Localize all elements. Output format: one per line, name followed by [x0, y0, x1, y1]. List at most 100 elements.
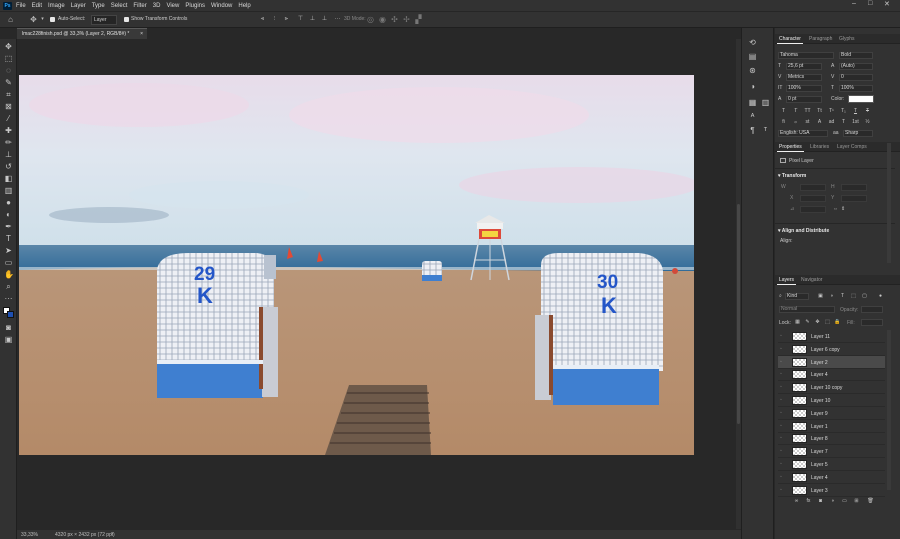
- layer-name[interactable]: Layer 8: [811, 436, 828, 442]
- background-color-swatch[interactable]: [7, 311, 14, 318]
- layer-name[interactable]: Layer 9: [811, 411, 828, 417]
- faux-italic-button[interactable]: T: [792, 108, 799, 115]
- transform-section-title[interactable]: ▾ Transform: [778, 173, 806, 179]
- type-tool-icon[interactable]: T: [4, 234, 13, 243]
- layer-visibility-icon[interactable]: ◦: [780, 333, 786, 339]
- small-caps-button[interactable]: Tt: [816, 108, 823, 115]
- superscript-button[interactable]: T¹: [828, 108, 835, 115]
- discretionary-ligatures-button[interactable]: st: [804, 119, 811, 126]
- close-tab-icon[interactable]: ×: [140, 29, 143, 39]
- layer-row[interactable]: ◦ Layer 4: [778, 368, 885, 382]
- layer-filter-kind-dropdown[interactable]: Kind: [785, 293, 809, 300]
- zoom-tool-icon[interactable]: ⌕: [4, 282, 13, 291]
- language-dropdown[interactable]: English: USA: [778, 130, 828, 137]
- layer-visibility-icon[interactable]: ◦: [780, 359, 786, 365]
- opacity-field[interactable]: [861, 306, 883, 313]
- crop-tool-icon[interactable]: ⌗: [4, 90, 13, 99]
- minimize-button[interactable]: –: [852, 0, 856, 7]
- layer-visibility-icon[interactable]: ◦: [780, 397, 786, 403]
- anti-alias-dropdown[interactable]: Sharp: [843, 130, 873, 137]
- move-tool-icon[interactable]: ✥: [4, 42, 13, 51]
- eyedropper-tool-icon[interactable]: ⁄: [4, 114, 13, 123]
- layer-row[interactable]: ◦ Layer 11: [778, 330, 885, 343]
- baseline-shift-field[interactable]: 0 pt: [786, 96, 822, 103]
- paragraph-styles-icon[interactable]: ¶: [748, 126, 757, 135]
- leading-field[interactable]: (Auto): [839, 63, 873, 70]
- filter-smart-object-icon[interactable]: ▢: [861, 293, 868, 300]
- align-bottom-icon[interactable]: ⊥: [320, 15, 329, 24]
- 3d-roll-icon[interactable]: ◉: [378, 15, 387, 24]
- tab-character[interactable]: Character: [777, 36, 803, 44]
- align-top-icon[interactable]: ⊤: [296, 15, 305, 24]
- layer-visibility-icon[interactable]: ◦: [780, 474, 786, 480]
- menu-3d[interactable]: 3D: [153, 3, 161, 9]
- new-group-icon[interactable]: ▭: [841, 498, 848, 505]
- align-center-icon[interactable]: ⫶: [270, 15, 279, 24]
- layer-visibility-icon[interactable]: ◦: [780, 371, 786, 377]
- swatches-icon[interactable]: ▥: [761, 98, 770, 107]
- y-field[interactable]: [841, 195, 867, 202]
- add-mask-icon[interactable]: ◙: [817, 498, 824, 505]
- layer-visibility-icon[interactable]: ◦: [780, 384, 786, 390]
- close-window-button[interactable]: ✕: [884, 0, 890, 8]
- swash-button[interactable]: A: [816, 119, 823, 126]
- fractions-button[interactable]: ½: [864, 119, 871, 126]
- strikethrough-button[interactable]: T: [864, 108, 871, 115]
- lock-image-icon[interactable]: ✎: [804, 319, 811, 326]
- new-layer-icon[interactable]: ⊞: [853, 498, 860, 505]
- filter-toggle-icon[interactable]: ●: [877, 293, 884, 300]
- subscript-button[interactable]: T₁: [840, 108, 847, 115]
- adjustments-icon[interactable]: ◑: [748, 82, 757, 91]
- move-tool-icon[interactable]: ✥: [29, 15, 38, 24]
- menu-window[interactable]: Window: [211, 3, 232, 9]
- filter-shape-icon[interactable]: ⬚: [850, 293, 857, 300]
- stylistic-alternates-button[interactable]: ad: [828, 119, 835, 126]
- layer-visibility-icon[interactable]: ◦: [780, 487, 786, 493]
- path-selection-tool-icon[interactable]: ➤: [4, 246, 13, 255]
- align-middle-icon[interactable]: ⊥: [308, 15, 317, 24]
- blend-mode-dropdown[interactable]: Normal: [779, 306, 835, 313]
- photoshop-logo[interactable]: Ps: [3, 1, 12, 10]
- 3d-scale-icon[interactable]: ▞: [414, 15, 423, 24]
- menu-plugins[interactable]: Plugins: [185, 3, 205, 9]
- menu-type[interactable]: Type: [92, 3, 105, 9]
- align-section-title[interactable]: ▾ Align and Distribute: [778, 228, 829, 234]
- all-caps-button[interactable]: TT: [804, 108, 811, 115]
- layer-visibility-icon[interactable]: ◦: [780, 423, 786, 429]
- delete-layer-icon[interactable]: 🗑: [867, 498, 874, 505]
- actions-icon[interactable]: ▤: [748, 52, 757, 61]
- glyphs-icon[interactable]: ᵀ: [761, 126, 770, 135]
- link-layers-icon[interactable]: ∞: [793, 498, 800, 505]
- tab-layers[interactable]: Layers: [776, 277, 797, 285]
- tab-glyphs[interactable]: Glyphs: [839, 36, 855, 42]
- more-options-icon[interactable]: ···: [333, 15, 342, 24]
- menu-image[interactable]: Image: [48, 3, 65, 9]
- layer-name[interactable]: Layer 10 copy: [811, 385, 842, 391]
- more-tools-icon[interactable]: ···: [4, 294, 13, 303]
- layer-row[interactable]: ◦ Layer 4: [778, 471, 885, 484]
- filter-pixel-icon[interactable]: ▣: [817, 293, 824, 300]
- layer-name[interactable]: Layer 5: [811, 462, 828, 468]
- layer-visibility-icon[interactable]: ◦: [780, 346, 786, 352]
- filter-type-icon[interactable]: T: [839, 293, 846, 300]
- kerning-field[interactable]: Metrics: [786, 74, 822, 81]
- show-transform-checkbox[interactable]: [124, 17, 129, 22]
- hand-tool-icon[interactable]: ✋: [4, 270, 14, 279]
- document-tab[interactable]: lmac228finish.psd @ 33,3% (Layer 2, RGB/…: [17, 28, 147, 39]
- lock-artboard-icon[interactable]: ⬚: [824, 319, 831, 326]
- layer-name[interactable]: Layer 7: [811, 449, 828, 455]
- character-styles-icon[interactable]: ᴬ: [748, 112, 757, 121]
- font-family-dropdown[interactable]: Tahoma: [778, 52, 834, 59]
- vertical-scale-field[interactable]: 100%: [786, 85, 822, 92]
- clone-stamp-tool-icon[interactable]: ⊥: [4, 150, 13, 159]
- align-left-icon[interactable]: ⫷: [258, 15, 267, 24]
- dodge-tool-icon[interactable]: ◐: [4, 210, 13, 219]
- layer-visibility-icon[interactable]: ◦: [780, 461, 786, 467]
- rectangle-tool-icon[interactable]: ▭: [4, 258, 13, 267]
- layer-name[interactable]: Layer 2: [811, 360, 828, 366]
- menu-help[interactable]: Help: [238, 3, 250, 9]
- layer-row[interactable]: ◦ Layer 10: [778, 394, 885, 407]
- status-menu-arrow[interactable]: ›: [111, 531, 113, 537]
- layer-name[interactable]: Layer 4: [811, 475, 828, 481]
- layer-name[interactable]: Layer 11: [811, 334, 830, 340]
